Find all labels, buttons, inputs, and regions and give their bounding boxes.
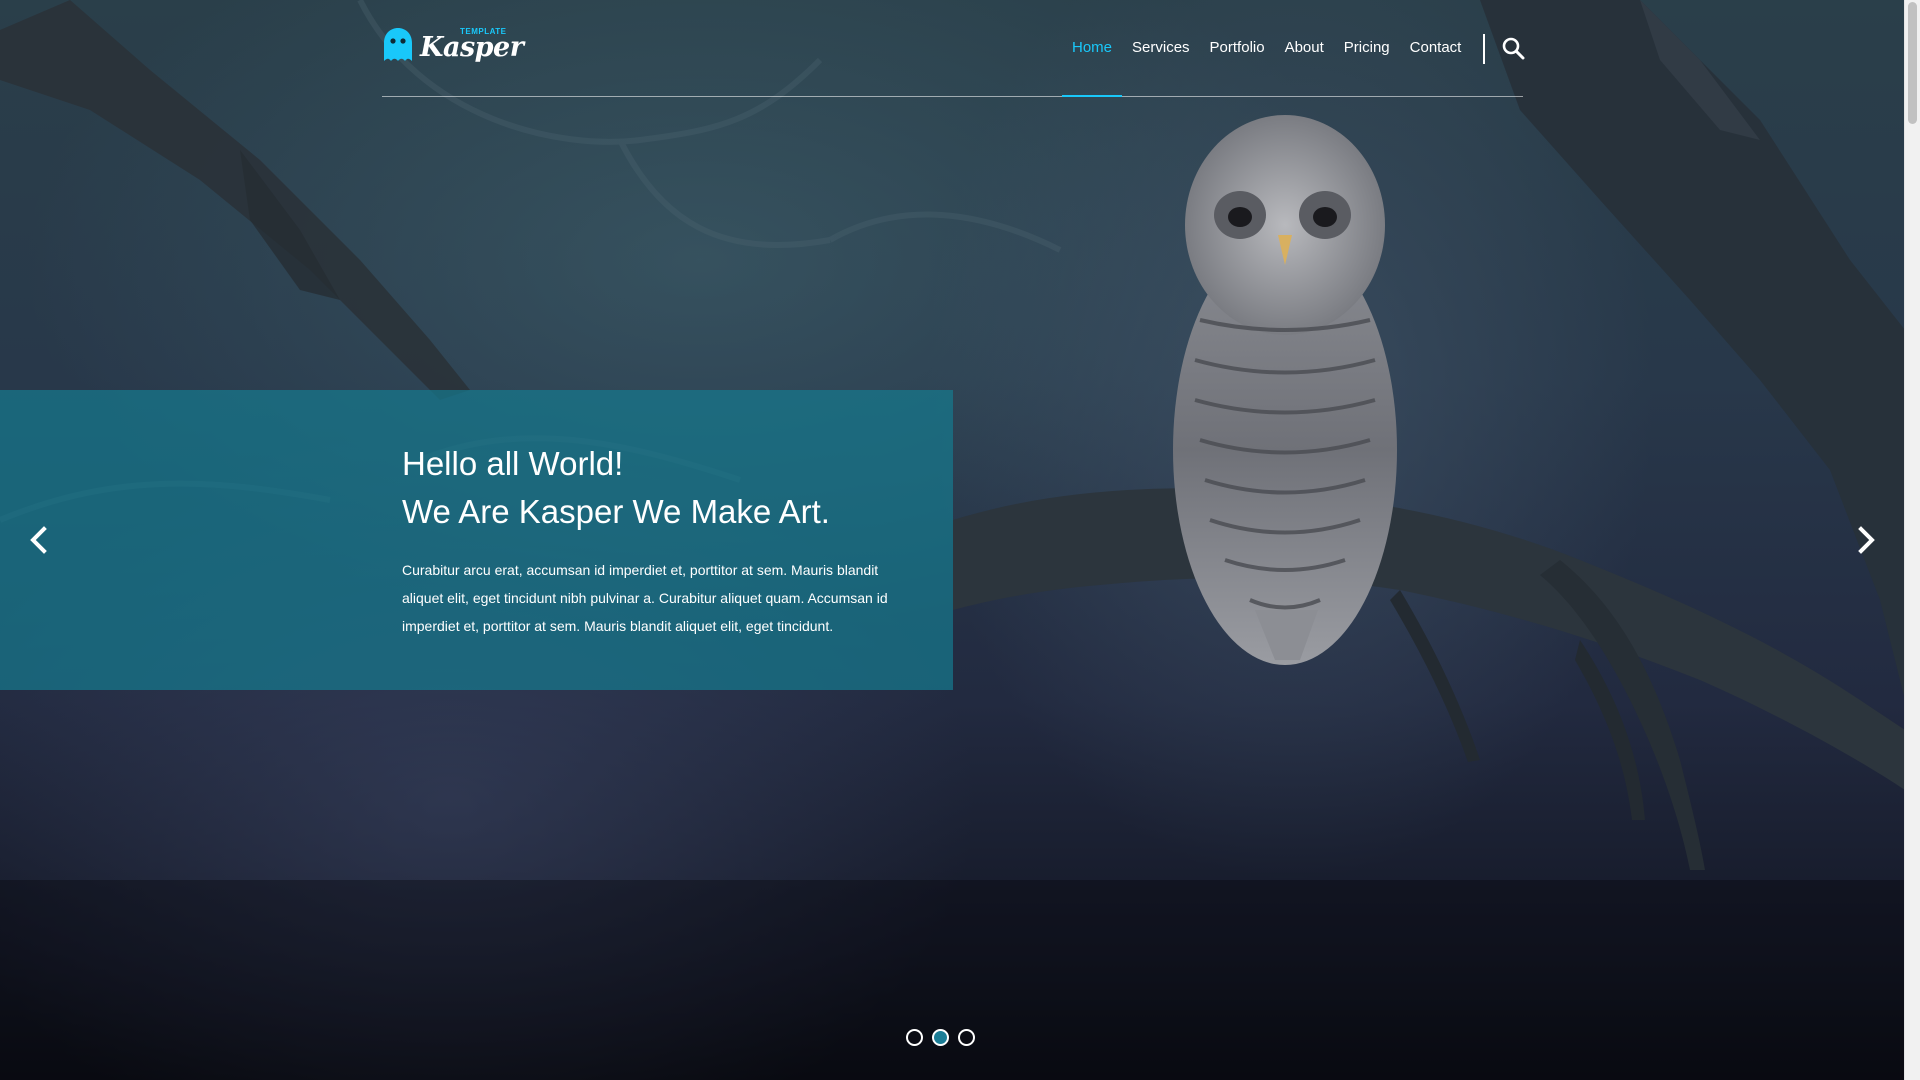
nav-divider: [1483, 34, 1485, 64]
slide-text: Curabitur arcu erat, accumsan id imperdi…: [402, 562, 888, 634]
slide-heading-line-1: Hello all World!: [402, 445, 624, 482]
page: TEMPLATE Kasper Home Services Portfolio …: [0, 0, 1920, 1080]
search-button[interactable]: [1501, 36, 1525, 60]
main-nav: Home Services Portfolio About Pricing Co…: [1062, 0, 1472, 97]
nav-item-home[interactable]: Home: [1062, 0, 1123, 97]
chevron-left-icon: [30, 526, 47, 554]
carousel-indicators: [906, 1029, 975, 1046]
carousel-next-button[interactable]: [1851, 524, 1881, 556]
nav-item-services[interactable]: Services: [1122, 0, 1200, 96]
carousel-indicator-3[interactable]: [958, 1029, 975, 1046]
nav-item-pricing[interactable]: Pricing: [1334, 0, 1400, 96]
site-header: TEMPLATE Kasper Home Services Portfolio …: [382, 0, 1525, 97]
carousel-indicator-1[interactable]: [906, 1029, 923, 1046]
ghost-logo-icon: [384, 28, 412, 61]
slide-heading-line-2: We Are Kasper We Make Art.: [402, 493, 830, 530]
search-icon: [1502, 37, 1525, 60]
nav-item-about[interactable]: About: [1275, 0, 1334, 96]
nav-item-portfolio[interactable]: Portfolio: [1200, 0, 1275, 96]
slide-heading: Hello all World! We Are Kasper We Make A…: [402, 440, 830, 536]
owl-illustration: [1173, 115, 1397, 665]
page-scrollbar[interactable]: [1904, 0, 1920, 1080]
chevron-right-icon: [1858, 526, 1875, 554]
carousel-prev-button[interactable]: [24, 524, 54, 556]
logo-text: Kasper: [420, 32, 524, 63]
carousel-indicator-2[interactable]: [932, 1029, 949, 1046]
logo[interactable]: TEMPLATE Kasper: [382, 24, 524, 70]
scrollbar-thumb[interactable]: [1908, 2, 1917, 124]
slide-caption: Hello all World! We Are Kasper We Make A…: [0, 390, 953, 690]
nav-item-contact[interactable]: Contact: [1400, 0, 1472, 96]
